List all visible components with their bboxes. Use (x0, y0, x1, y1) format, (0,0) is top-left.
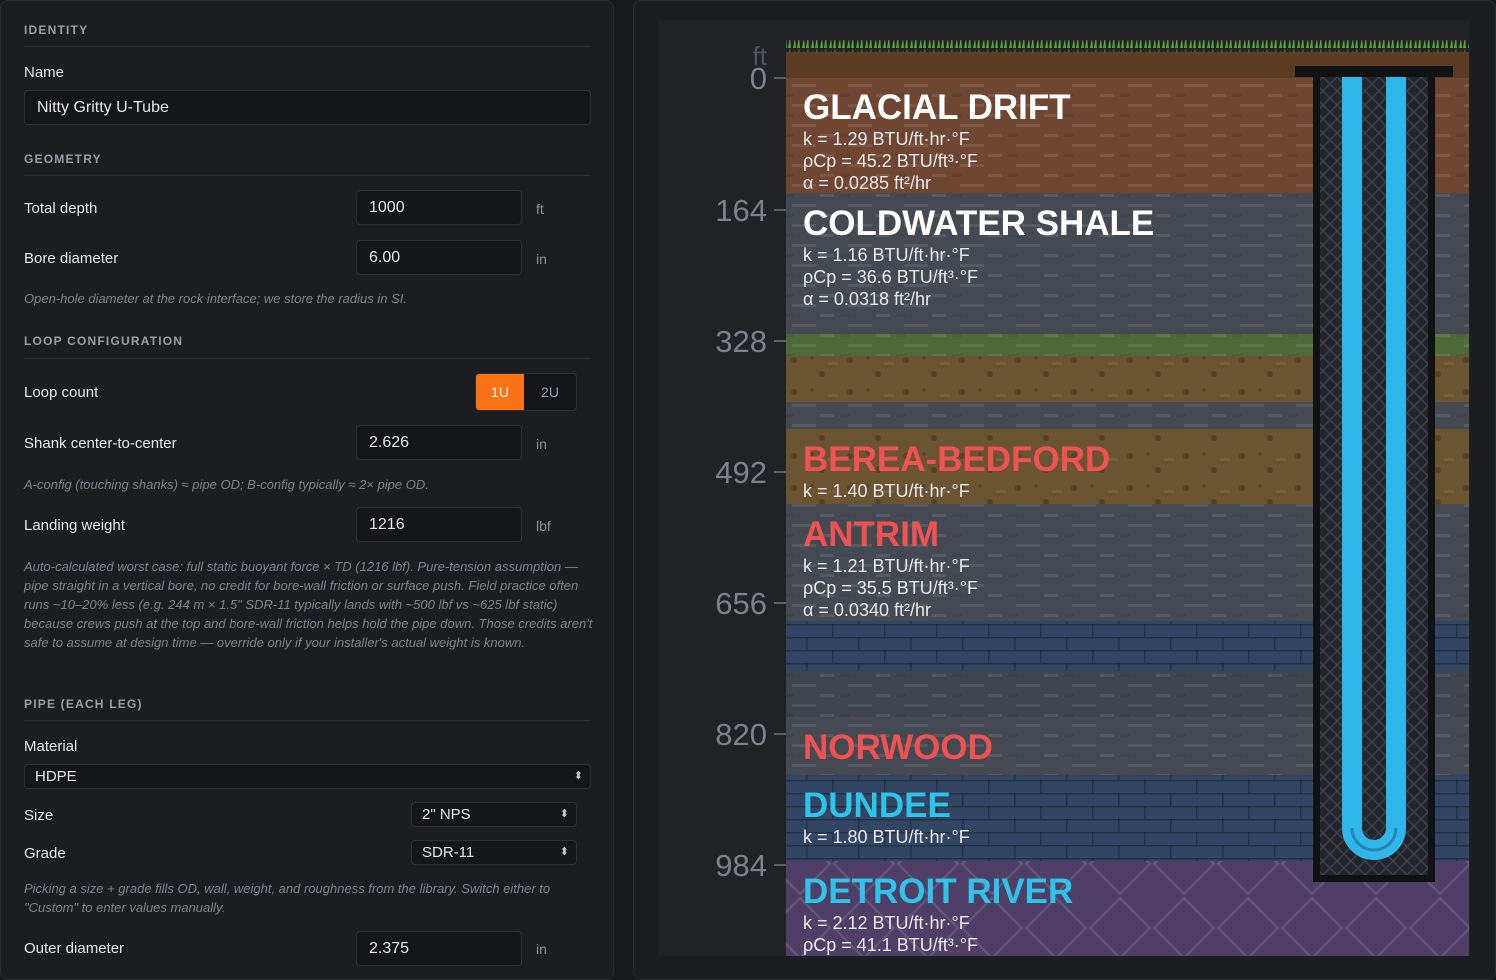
borehole (1295, 66, 1453, 882)
depth-tick-label: 984 (715, 848, 767, 883)
loop-count-toggle[interactable]: 1U 2U (475, 373, 577, 411)
grade-value: SDR-11 (422, 844, 475, 861)
depth-tick-label: 820 (715, 717, 767, 752)
stratum-property: α = 0.0318 ft²/hr (803, 289, 931, 309)
stratum-name: NORWOOD (803, 728, 993, 767)
depth-tick-label: 164 (715, 193, 767, 228)
size-value: 2" NPS (422, 806, 471, 823)
grade-label: Grade (24, 845, 66, 862)
outer-diameter-unit: in (536, 941, 547, 957)
bore-diameter-note: Open-hole diameter at the rock interface… (24, 291, 407, 306)
shank-label: Shank center-to-center (24, 435, 177, 452)
stratum-property: k = 1.21 BTU/ft·hr·°F (803, 556, 970, 576)
size-label: Size (24, 807, 54, 824)
depth-tick-label: 0 (750, 61, 767, 96)
total-depth-unit: ft (536, 201, 544, 217)
landing-weight-label: Landing weight (24, 517, 125, 534)
depth-tick-label: 656 (715, 586, 767, 621)
stratum-name: GLACIAL DRIFT (803, 88, 1071, 127)
outer-diameter-label: Outer diameter (24, 940, 125, 957)
stratum-name: DETROIT RIVER (803, 872, 1073, 911)
landing-weight-input[interactable]: 1216 (356, 507, 522, 542)
landing-weight-unit: lbf (536, 518, 551, 534)
stratum-property: ρCp = 36.6 BTU/ft³·°F (803, 267, 978, 287)
section-pipe-heading: PIPE (EACH LEG) (24, 697, 143, 711)
size-select[interactable]: 2" NPS ⬍ (411, 802, 577, 827)
chevron-updown-icon: ⬍ (559, 808, 569, 820)
shank-input[interactable]: 2.626 (356, 425, 522, 460)
loop-count-option-1u[interactable]: 1U (476, 374, 524, 410)
bore-diameter-label: Bore diameter (24, 250, 119, 267)
name-input[interactable]: Nitty Gritty U-Tube (24, 90, 591, 125)
stratum-property: k = 1.29 BTU/ft·hr·°F (803, 129, 970, 149)
stratum-property: ρCp = 45.2 BTU/ft³·°F (803, 151, 978, 171)
chevron-updown-icon: ⬍ (559, 846, 569, 858)
grass (786, 40, 1469, 52)
loop-count-option-2u[interactable]: 2U (524, 374, 576, 410)
divider (24, 175, 591, 176)
stratum-name: BEREA-BEDFORD (803, 440, 1110, 479)
stratum-property: α = 0.0340 ft²/hr (803, 600, 931, 620)
section-geometry-heading: GEOMETRY (24, 152, 102, 166)
bore-diameter-input[interactable]: 6.00 (356, 240, 522, 275)
chevron-updown-icon: ⬍ (573, 770, 583, 782)
stratum-property: k = 2.12 BTU/ft·hr·°F (803, 913, 970, 933)
shank-unit: in (536, 436, 547, 452)
stratum-property: α = 0.0285 ft²/hr (803, 173, 931, 193)
depth-tick-label: 492 (715, 455, 767, 490)
borehole-svg: ft 0164328492656820984 GLACIAL DRIFTk = … (715, 40, 1469, 956)
divider (24, 358, 591, 359)
grade-note: Picking a size + grade fills OD, wall, w… (24, 881, 551, 915)
stratum-name: ANTRIM (803, 515, 939, 554)
divider (24, 720, 591, 721)
total-depth-input[interactable]: 1000 (356, 190, 522, 225)
material-label: Material (24, 738, 78, 755)
bore-diameter-unit: in (536, 251, 547, 267)
section-identity-heading: IDENTITY (24, 23, 89, 37)
stratum-property: k = 1.80 BTU/ft·hr·°F (803, 827, 970, 847)
loop-count-label: Loop count (24, 384, 99, 401)
stratum-property: k = 1.40 BTU/ft·hr·°F (803, 481, 970, 501)
total-depth-label: Total depth (24, 200, 98, 217)
borehole-diagram: ft 0 164 328 492 656 820 984 GLACIAL DRI… (658, 20, 1470, 956)
stratum-name: COLDWATER SHALE (803, 204, 1154, 243)
landing-weight-note: Auto-calculated worst case: full static … (24, 559, 593, 650)
outer-diameter-input[interactable]: 2.375 (356, 931, 522, 966)
stratum-name: DUNDEE (803, 786, 951, 825)
name-label: Name (24, 64, 65, 81)
material-value: HDPE (35, 768, 77, 785)
stratum-property: ρCp = 35.5 BTU/ft³·°F (803, 578, 978, 598)
stratum-property: k = 1.16 BTU/ft·hr·°F (803, 245, 970, 265)
divider (24, 46, 591, 47)
grout-hatch (1320, 77, 1428, 875)
stratum-property: ρCp = 41.1 BTU/ft³·°F (803, 935, 978, 955)
shank-note: A-config (touching shanks) ≈ pipe OD; B-… (24, 477, 429, 492)
grade-select[interactable]: SDR-11 ⬍ (411, 840, 577, 865)
section-loop-heading: LOOP CONFIGURATION (24, 334, 184, 348)
material-select[interactable]: HDPE ⬍ (24, 764, 591, 789)
depth-tick-label: 328 (715, 324, 767, 359)
